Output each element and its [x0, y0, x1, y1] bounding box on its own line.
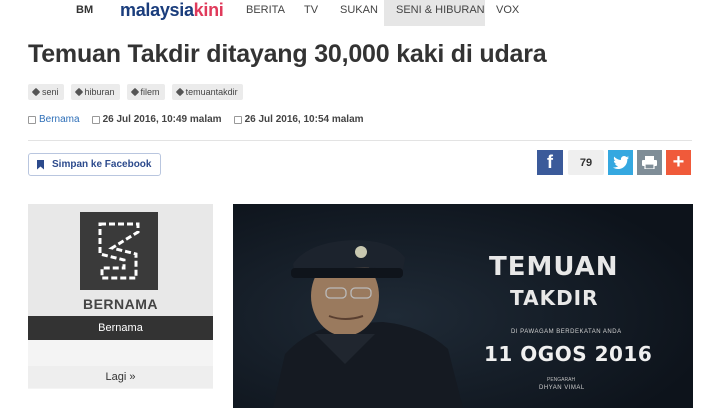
tag-seni[interactable]: seni [28, 84, 64, 100]
published-date: 26 Jul 2016, 10:49 malam [102, 114, 222, 125]
save-to-facebook-button[interactable]: Simpan ke Facebook [28, 153, 161, 176]
logo-part-2: kini [193, 0, 224, 20]
author-link[interactable]: Bernama [39, 114, 80, 125]
bernama-logo-text: BERNAMA [82, 296, 159, 312]
bookmark-icon [37, 159, 44, 170]
print-icon [642, 156, 657, 169]
tag-hiburan[interactable]: hiburan [70, 84, 120, 100]
more-link[interactable]: Lagi » [28, 366, 213, 388]
share-count: 79 [568, 150, 604, 175]
tag-label: hiburan [84, 87, 115, 97]
poster-title-line-1: TEMUAN [489, 252, 619, 282]
save-to-facebook-label: Simpan ke Facebook [52, 159, 152, 170]
language-switch[interactable]: BM [76, 4, 93, 16]
poster-artwork [233, 204, 693, 408]
twitter-share-button[interactable] [608, 150, 633, 175]
poster-director: DHYAN VIMAL [539, 385, 585, 391]
nav-item-vox[interactable]: VOX [496, 0, 519, 26]
article-meta: Bernama 26 Jul 2016, 10:49 malam 26 Jul … [28, 114, 376, 125]
tag-temuantakdir[interactable]: temuantakdir [171, 84, 243, 100]
tag-icon [130, 87, 139, 97]
nav-item-tv[interactable]: TV [304, 0, 318, 26]
tag-icon [175, 87, 184, 97]
poster-date: 11 OGOS 2016 [484, 342, 653, 366]
article-image: TEMUAN TAKDIR DI PAWAGAM BERDEKATAN ANDA… [233, 204, 693, 408]
poster-credit-label: PENGARAH [547, 377, 576, 383]
nav-item-sukan[interactable]: SUKAN [340, 0, 378, 26]
author-box: BERNAMA [28, 204, 213, 389]
updated-date: 26 Jul 2016, 10:54 malam [244, 114, 364, 125]
more-share-button[interactable]: + [666, 150, 691, 175]
article-title: Temuan Takdir ditayang 30,000 kaki di ud… [28, 40, 547, 68]
site-logo[interactable]: malaysiakini [120, 0, 224, 21]
nav-item-seni-hiburan[interactable]: SENI & HIBURAN [384, 0, 485, 26]
twitter-icon [612, 156, 629, 169]
nav-item-berita[interactable]: BERITA [246, 0, 285, 26]
author-name[interactable]: Bernama [28, 316, 213, 340]
facebook-icon: f [547, 152, 553, 172]
print-button[interactable] [637, 150, 662, 175]
bernama-logo-mark [80, 212, 158, 290]
tag-label: seni [42, 87, 59, 97]
facebook-share-button[interactable]: f [537, 150, 563, 175]
poster-subtitle: DI PAWAGAM BERDEKATAN ANDA [511, 329, 622, 335]
calendar-icon [91, 115, 100, 124]
divider [28, 140, 692, 141]
edit-icon [233, 115, 242, 124]
tag-icon [74, 87, 83, 97]
poster-title-line-2: TAKDIR [510, 286, 599, 310]
tag-label: filem [140, 87, 160, 97]
tag-filem[interactable]: filem [126, 84, 165, 100]
edit-icon [28, 115, 36, 124]
bernama-logo[interactable]: BERNAMA [28, 204, 213, 317]
plus-icon: + [672, 151, 685, 173]
tag-label: temuantakdir [185, 87, 238, 97]
tag-icon [31, 87, 41, 97]
logo-part-1: malaysia [120, 0, 194, 20]
tag-list: seni hiburan filem temuantakdir [28, 84, 243, 100]
